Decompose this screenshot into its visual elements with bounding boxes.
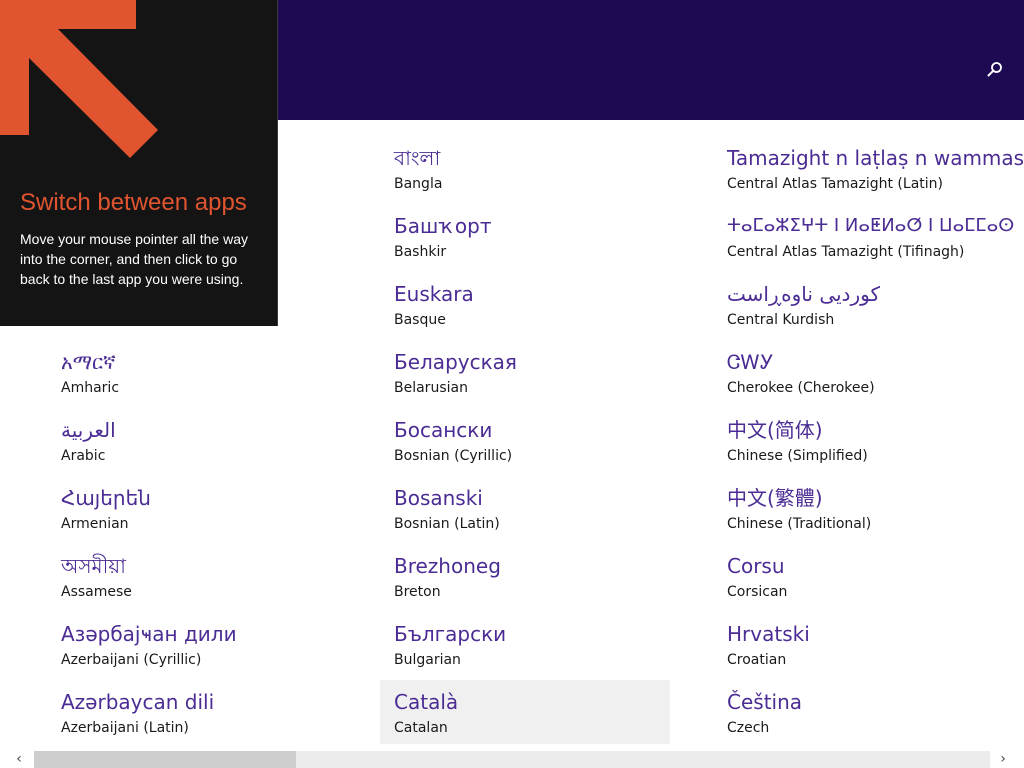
language-english-name: Bulgarian bbox=[394, 652, 461, 668]
language-item-bangla[interactable]: বাংলা Bangla bbox=[380, 143, 670, 207]
language-english-name: Central Atlas Tamazight (Latin) bbox=[727, 176, 943, 192]
language-item-amharic[interactable]: አማርኛ Amharic bbox=[47, 347, 337, 411]
language-item-czech[interactable]: Čeština Czech bbox=[713, 687, 1013, 751]
language-item-chinese-traditional[interactable]: 中文(繁體) Chinese (Traditional) bbox=[713, 483, 1013, 547]
language-item-azerbaijani-latin[interactable]: Azərbaycan dili Azerbaijani (Latin) bbox=[47, 687, 337, 751]
language-native-name: Euskara bbox=[394, 282, 474, 306]
scroll-right-button[interactable]: › bbox=[988, 751, 1018, 768]
language-english-name: Arabic bbox=[61, 448, 106, 464]
search-button[interactable] bbox=[980, 56, 1010, 86]
language-english-name: Bosnian (Cyrillic) bbox=[394, 448, 513, 464]
language-english-name: Central Atlas Tamazight (Tifinagh) bbox=[727, 244, 965, 260]
language-english-name: Bangla bbox=[394, 176, 443, 192]
language-english-name: Bashkir bbox=[394, 244, 447, 260]
search-icon bbox=[987, 62, 1002, 77]
language-item-croatian[interactable]: Hrvatski Croatian bbox=[713, 619, 1013, 683]
language-native-name: 中文(简体) bbox=[727, 418, 823, 442]
language-native-name: Tamazight n laṭlaṣ n wammas bbox=[727, 146, 1024, 170]
language-native-name: Čeština bbox=[727, 690, 803, 714]
language-native-name: Босански bbox=[394, 418, 493, 442]
language-english-name: Central Kurdish bbox=[727, 312, 835, 328]
language-native-name: ⵜⴰⵎⴰⵣⵉⵖⵜ ⵏ ⵍⴰⵟⵍⴰⵚ ⵏ ⵡⴰⵎⵎⴰⵙ bbox=[727, 215, 1015, 236]
language-english-name: Cherokee (Cherokee) bbox=[727, 380, 875, 396]
language-native-name: বাংলা bbox=[394, 146, 441, 170]
language-item-azerbaijani-cyrillic[interactable]: Азәрбајҹан дили Azerbaijani (Cyrillic) bbox=[47, 619, 337, 683]
language-english-name: Azerbaijani (Cyrillic) bbox=[61, 652, 202, 668]
language-english-name: Armenian bbox=[61, 516, 129, 532]
language-item-catalan[interactable]: Català Catalan bbox=[380, 680, 670, 744]
language-english-name: Chinese (Simplified) bbox=[727, 448, 868, 464]
chevron-left-icon: ‹ bbox=[16, 751, 22, 767]
language-english-name: Amharic bbox=[61, 380, 120, 396]
language-item-bulgarian[interactable]: Български Bulgarian bbox=[380, 619, 670, 683]
language-native-name: Hrvatski bbox=[727, 622, 810, 646]
language-item-arabic[interactable]: العربية Arabic bbox=[47, 415, 337, 479]
language-english-name: Assamese bbox=[61, 584, 132, 600]
language-item-armenian[interactable]: Հայերեն Armenian bbox=[47, 483, 337, 547]
language-item-bosnian-latin[interactable]: Bosanski Bosnian (Latin) bbox=[380, 483, 670, 547]
language-item-bashkir[interactable]: Башҡорт Bashkir bbox=[380, 211, 670, 275]
switch-apps-tip: Switch between apps Move your mouse poin… bbox=[0, 0, 278, 326]
chevron-right-icon: › bbox=[1000, 751, 1006, 767]
language-item-breton[interactable]: Brezhoneg Breton bbox=[380, 551, 670, 615]
language-english-name: Chinese (Traditional) bbox=[727, 516, 872, 532]
language-native-name: অসমীয়া bbox=[61, 554, 126, 578]
language-english-name: Basque bbox=[394, 312, 446, 328]
language-english-name: Bosnian (Latin) bbox=[394, 516, 500, 532]
language-native-name: ᏣᎳᎩ bbox=[727, 350, 774, 374]
language-native-name: Azərbaycan dili bbox=[61, 690, 215, 714]
language-item-tamazight-latin[interactable]: Tamazight n laṭlaṣ n wammas Central Atla… bbox=[713, 143, 1024, 207]
language-native-name: Азәрбајҹан дили bbox=[61, 622, 237, 646]
language-native-name: Corsu bbox=[727, 554, 785, 578]
horizontal-scrollbar[interactable]: ‹ › bbox=[0, 751, 1024, 768]
language-item-bosnian-cyrillic[interactable]: Босански Bosnian (Cyrillic) bbox=[380, 415, 670, 479]
scroll-left-button[interactable]: ‹ bbox=[4, 751, 34, 768]
language-english-name: Belarusian bbox=[394, 380, 468, 396]
language-item-central-kurdish[interactable]: کوردیی ناوەڕاست Central Kurdish bbox=[713, 279, 1013, 343]
language-item-belarusian[interactable]: Беларуская Belarusian bbox=[380, 347, 670, 411]
language-native-name: 中文(繁體) bbox=[727, 486, 823, 510]
tip-title: Switch between apps bbox=[20, 189, 247, 216]
language-item-corsican[interactable]: Corsu Corsican bbox=[713, 551, 1013, 615]
language-native-name: Беларуская bbox=[394, 350, 517, 374]
language-item-assamese[interactable]: অসমীয়া Assamese bbox=[47, 551, 337, 615]
language-native-name: Български bbox=[394, 622, 507, 646]
language-native-name: Català bbox=[394, 690, 459, 714]
language-native-name: Brezhoneg bbox=[394, 554, 501, 578]
language-english-name: Corsican bbox=[727, 584, 788, 600]
corner-arrow-icon bbox=[0, 0, 158, 158]
scroll-thumb[interactable] bbox=[34, 751, 296, 768]
language-item-tamazight-tifinagh[interactable]: ⵜⴰⵎⴰⵣⵉⵖⵜ ⵏ ⵍⴰⵟⵍⴰⵚ ⵏ ⵡⴰⵎⵎⴰⵙ Central Atlas… bbox=[713, 211, 1015, 275]
language-english-name: Azerbaijani (Latin) bbox=[61, 720, 189, 736]
language-native-name: Башҡорт bbox=[394, 214, 492, 238]
language-native-name: العربية bbox=[61, 418, 116, 442]
language-english-name: Breton bbox=[394, 584, 441, 600]
language-english-name: Catalan bbox=[394, 720, 448, 736]
language-native-name: አማርኛ bbox=[61, 350, 116, 374]
language-english-name: Croatian bbox=[727, 652, 787, 668]
language-native-name: کوردیی ناوەڕاست bbox=[727, 282, 880, 306]
language-english-name: Czech bbox=[727, 720, 770, 736]
language-item-chinese-simplified[interactable]: 中文(简体) Chinese (Simplified) bbox=[713, 415, 1013, 479]
language-item-basque[interactable]: Euskara Basque bbox=[380, 279, 670, 343]
language-native-name: Հայերեն bbox=[61, 486, 151, 510]
tip-body: Move your mouse pointer all the way into… bbox=[20, 231, 248, 287]
language-native-name: Bosanski bbox=[394, 486, 483, 510]
language-item-cherokee[interactable]: ᏣᎳᎩ Cherokee (Cherokee) bbox=[713, 347, 1013, 411]
